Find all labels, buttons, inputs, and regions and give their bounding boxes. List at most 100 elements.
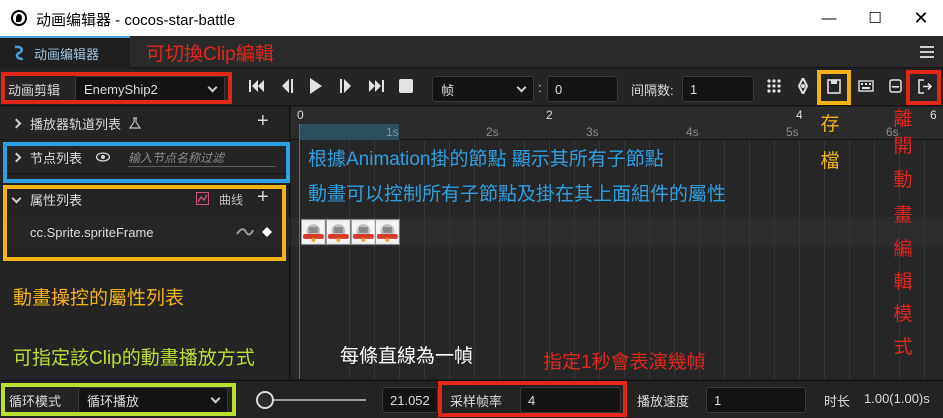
tab-animation-editor[interactable]: 动画编辑器	[0, 36, 130, 68]
enemy-ship-sprite-icon[interactable]	[350, 219, 376, 245]
playhead[interactable]	[299, 124, 300, 379]
frame-line	[449, 140, 450, 379]
keyboard-button[interactable]	[855, 75, 877, 97]
annotation-switch-clip: 可切換Clip編輯	[146, 44, 274, 65]
annotation-frame-line: 每條直線為一幀	[340, 346, 474, 367]
flask-icon	[129, 117, 142, 129]
frame-line	[374, 140, 375, 379]
frame-line	[874, 140, 875, 379]
play-button[interactable]	[305, 75, 327, 97]
frame-line	[499, 140, 500, 379]
annotation-show-nodes: 根據Animation掛的節點 顯示其所有子節點	[308, 149, 664, 170]
ruler-marker-0: 0	[297, 108, 304, 122]
frame-colon: :	[538, 80, 542, 95]
add-track-icon[interactable]: +	[257, 110, 269, 133]
frame-line	[824, 140, 825, 379]
chevron-right-icon	[11, 118, 22, 128]
annotation-box-property-list	[3, 185, 286, 261]
collapse-button[interactable]	[884, 75, 906, 97]
frame-line	[674, 140, 675, 379]
zoom-slider-track[interactable]	[264, 399, 366, 401]
annotation-box-clip	[1, 72, 232, 104]
prev-frame-button[interactable]	[276, 75, 298, 97]
grid-button[interactable]	[763, 75, 785, 97]
annotation-save-char: 存	[820, 114, 840, 135]
ruler-marker-4: 4	[796, 108, 803, 122]
annotation-save: 存 檔	[818, 112, 842, 175]
duration-label: 时长	[824, 394, 851, 409]
zoom-slider-thumb[interactable]	[256, 391, 274, 409]
jump-first-icon	[249, 80, 264, 92]
minimize-icon[interactable]: —	[806, 0, 852, 36]
enemy-ship-sprite-icon[interactable]	[301, 219, 326, 245]
selected-range	[300, 124, 399, 140]
prev-frame-icon	[282, 79, 293, 93]
ruler-marker-2: 2	[546, 108, 553, 122]
ruler-marker-6: 6	[930, 108, 937, 122]
maximize-icon[interactable]: ☐	[852, 0, 898, 36]
next-frame-icon	[340, 79, 351, 93]
frame-line	[774, 140, 775, 379]
jump-first-button[interactable]	[246, 75, 268, 97]
play-speed-input[interactable]: 1	[706, 387, 806, 413]
frame-line	[624, 140, 625, 379]
annotation-sample-rate: 指定1秒會表演幾幀	[543, 352, 706, 373]
keyframe-sprites	[301, 219, 400, 245]
animation-editor-window: 动画编辑器 - cocos-star-battle — ☐ ✕ 动画编辑器 动画…	[0, 0, 943, 418]
tab-bar	[0, 36, 943, 68]
player-tracks-label: 播放器轨道列表	[30, 116, 122, 132]
frame-line	[799, 140, 800, 379]
time-unit-select[interactable]: 帧	[432, 76, 534, 102]
frame-line	[549, 140, 550, 379]
annotation-box-exit	[906, 70, 941, 105]
player-tracks-header[interactable]: 播放器轨道列表 +	[0, 107, 290, 140]
frame-line	[599, 140, 600, 379]
current-frame-input[interactable]: 0	[547, 76, 618, 102]
annotation-play-mode: 可指定該Clip的動畫播放方式	[13, 348, 255, 369]
frame-line	[524, 140, 525, 379]
frame-line	[849, 140, 850, 379]
frame-line	[649, 140, 650, 379]
stop-icon	[399, 79, 413, 93]
interval-input[interactable]: 1	[682, 76, 754, 102]
frame-line	[349, 140, 350, 379]
close-icon[interactable]: ✕	[898, 0, 943, 36]
enemy-ship-sprite-icon[interactable]	[375, 219, 400, 245]
chevron-down-icon	[516, 82, 527, 93]
enemy-ship-sprite-icon[interactable]	[325, 219, 351, 245]
window-title: 动画编辑器 - cocos-star-battle	[36, 12, 236, 29]
tab-label: 动画编辑器	[34, 46, 100, 62]
frame-line	[574, 140, 575, 379]
frame-line	[424, 140, 425, 379]
time-unit-value: 帧	[441, 82, 455, 98]
next-frame-button[interactable]	[335, 75, 357, 97]
move-button[interactable]	[792, 75, 814, 97]
annotation-exit-char: 輯	[893, 271, 913, 293]
collapse-icon	[888, 79, 902, 93]
ruler-tick-2s: 2s	[486, 125, 499, 139]
jump-last-button[interactable]	[365, 75, 387, 97]
play-speed-label: 播放速度	[637, 394, 690, 409]
zoom-value-input[interactable]: 21.052	[382, 387, 438, 413]
menu-icon[interactable]	[920, 46, 934, 58]
annotation-exit-char: 動	[893, 170, 913, 191]
stop-button[interactable]	[395, 75, 417, 97]
jump-last-icon	[369, 80, 384, 92]
annotation-box-wrap-mode	[1, 383, 236, 416]
play-icon	[310, 78, 322, 94]
annotation-save-char: 檔	[820, 150, 840, 172]
annotation-exit-char: 離	[893, 109, 913, 130]
frame-line	[699, 140, 700, 379]
annotation-exit-char: 開	[893, 135, 913, 157]
frame-line	[474, 140, 475, 379]
annotation-exit-char: 編	[893, 239, 913, 260]
animation-icon	[14, 45, 24, 61]
grid-icon	[767, 79, 781, 93]
ruler-tick-3s: 3s	[586, 125, 599, 139]
title-bar: 动画编辑器 - cocos-star-battle — ☐ ✕	[0, 0, 943, 36]
ruler-tick-1s: 1s	[386, 125, 399, 139]
ruler-tick-4s: 4s	[686, 125, 699, 139]
annotation-exit-char: 式	[893, 336, 913, 358]
annotation-box-save	[817, 70, 851, 105]
annotation-exit: 離 開 動 畫 編 輯 模 式	[891, 107, 915, 361]
